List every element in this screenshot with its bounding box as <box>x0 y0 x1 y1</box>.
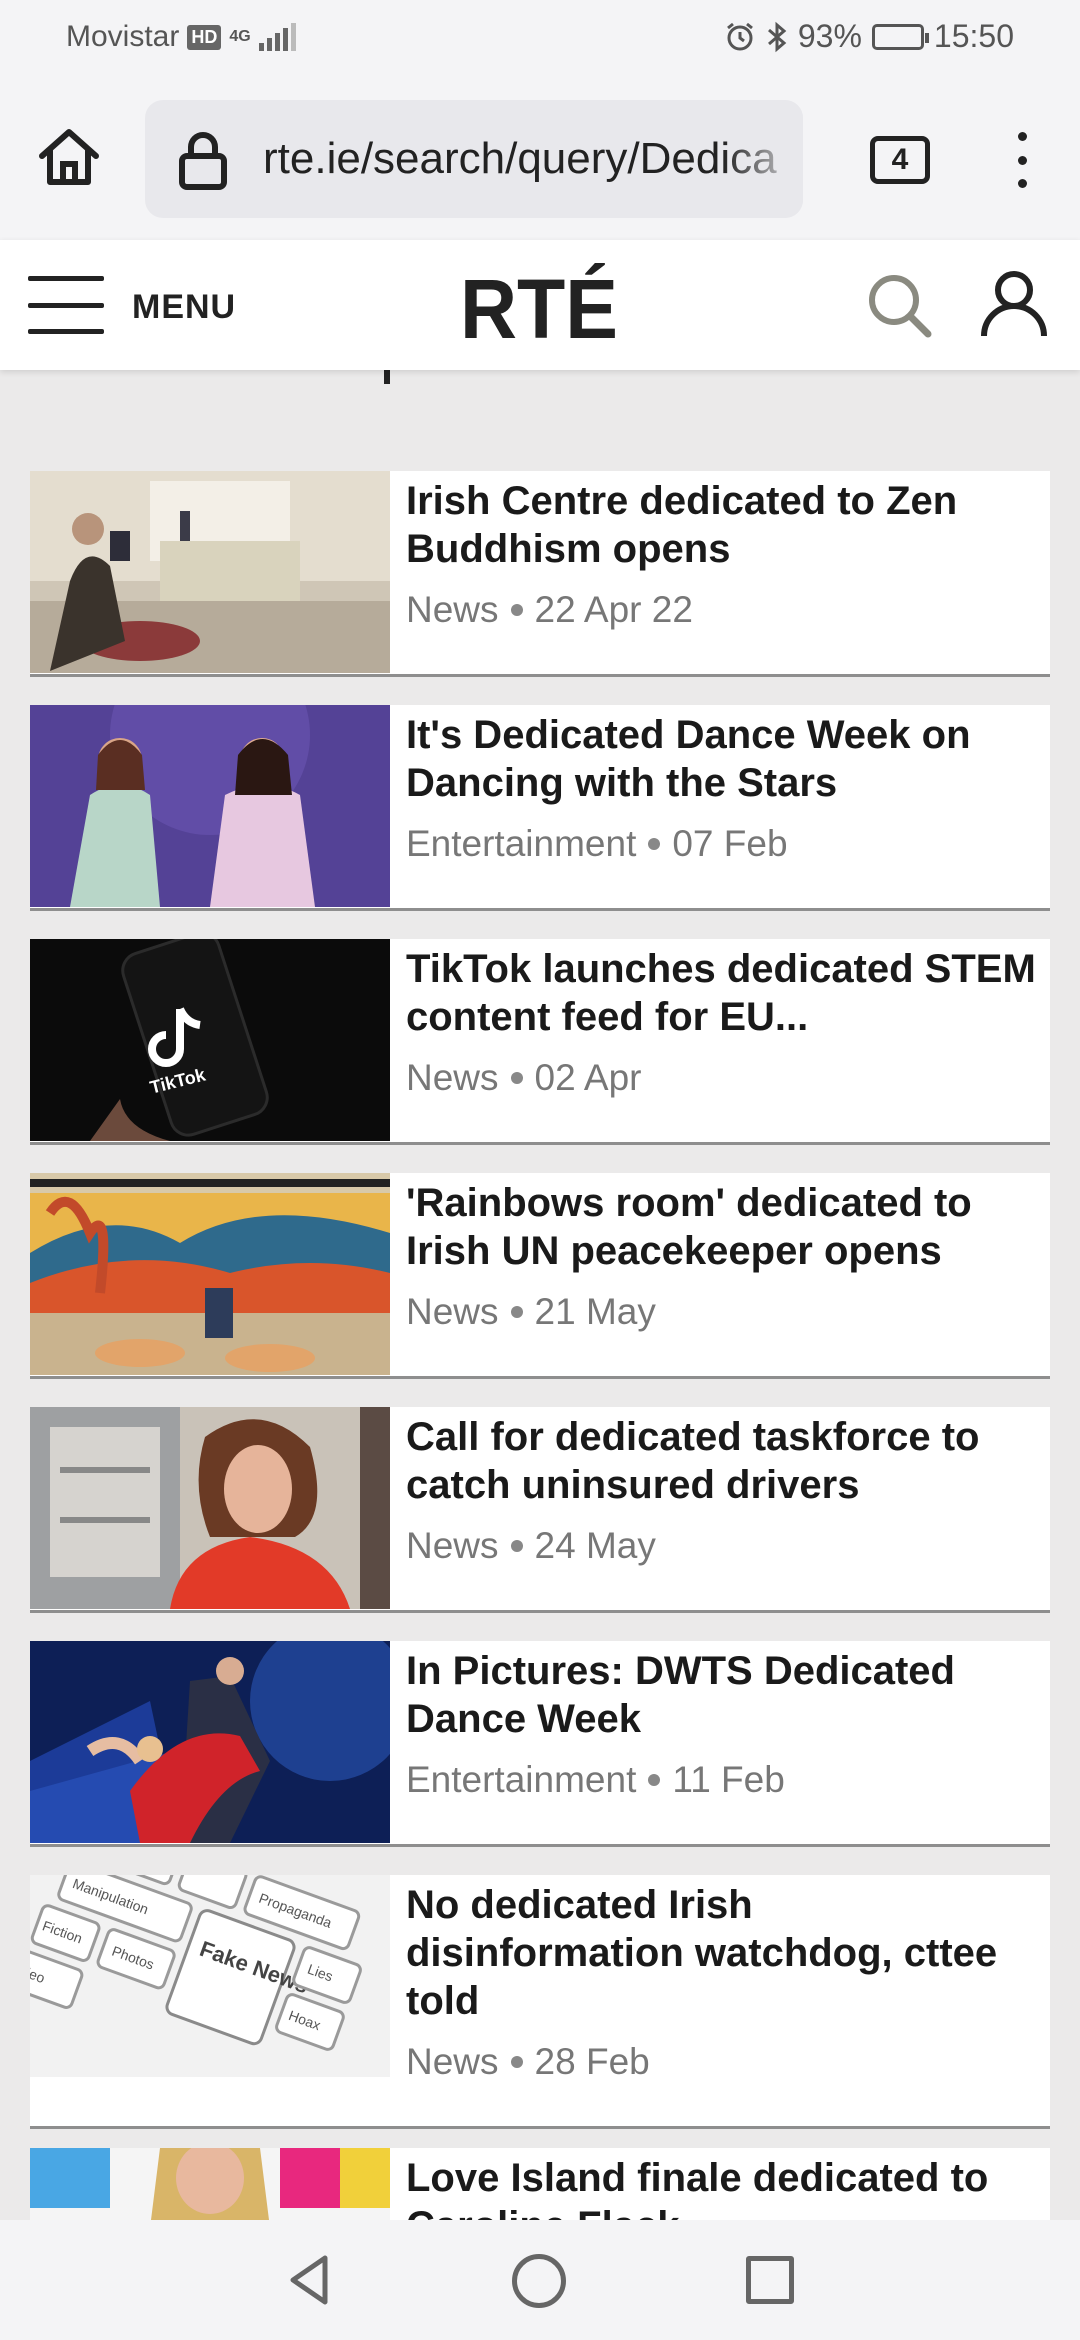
result-meta: News 24 May <box>406 1525 656 1567</box>
result-date: 21 May <box>534 1291 656 1332</box>
separator-dot <box>648 838 661 850</box>
browser-toolbar: rte.ie/search/query/Dedica 4 <box>0 72 1080 240</box>
url-fade <box>723 100 803 218</box>
recents-icon[interactable] <box>746 2256 794 2304</box>
system-nav-bar <box>0 2220 1080 2340</box>
battery-percent: 93% <box>797 18 862 54</box>
status-left: Movistar HD 4G <box>66 20 296 54</box>
list-item[interactable]: TikTok TikTok launches dedicated STEM co… <box>30 939 1050 1145</box>
alarm-icon <box>726 22 753 50</box>
caroline-flack-thumbnail[interactable] <box>30 2148 390 2220</box>
rte-logo[interactable]: RTÉ <box>460 262 620 348</box>
result-date: 22 Apr 22 <box>534 589 693 630</box>
separator-dot <box>510 1306 523 1318</box>
fake-news-keyboard-thumbnail[interactable]: P Propaganda Manipulation Fake News Lies… <box>30 1875 390 2077</box>
tab-switcher-button[interactable]: 4 <box>870 136 930 184</box>
result-category[interactable]: News <box>406 589 499 631</box>
result-meta: News 28 Feb <box>406 2041 650 2083</box>
search-results-list: Irish Centre dedicated to Zen Buddhism o… <box>0 370 1080 2220</box>
separator-dot <box>510 1072 523 1084</box>
url-bar[interactable]: rte.ie/search/query/Dedica <box>145 100 803 218</box>
battery-icon <box>871 23 929 50</box>
result-date: 07 Feb <box>672 823 788 864</box>
result-title[interactable]: Love Island finale dedicated to Caroline… <box>406 2154 1036 2220</box>
result-category[interactable]: News <box>406 1057 499 1099</box>
result-category[interactable]: News <box>406 1291 499 1333</box>
clock: 15:50 <box>933 18 1014 54</box>
site-header: MENU RTÉ <box>0 240 1080 370</box>
separator-dot <box>510 1540 523 1552</box>
back-icon[interactable] <box>283 2252 339 2308</box>
hd-badge: HD <box>187 24 222 50</box>
result-meta: News 21 May <box>406 1291 656 1333</box>
status-right: 93% 15:50 <box>724 18 1014 55</box>
tiktok-phone-thumbnail[interactable]: TikTok <box>30 939 390 1141</box>
result-title[interactable]: It's Dedicated Dance Week on Dancing wit… <box>406 711 1036 807</box>
lock-icon <box>179 132 227 190</box>
woman-red-top-thumbnail[interactable] <box>30 1407 390 1609</box>
result-date: 11 Feb <box>672 1759 785 1800</box>
result-date: 28 Feb <box>534 2041 650 2082</box>
result-meta: News 02 Apr <box>406 1057 642 1099</box>
list-item[interactable]: In Pictures: DWTS Dedicated Dance Week E… <box>30 1641 1050 1847</box>
list-item[interactable]: 'Rainbows room' dedicated to Irish UN pe… <box>30 1173 1050 1379</box>
list-item[interactable]: Love Island finale dedicated to Caroline… <box>30 2148 1050 2220</box>
logo-text: RTÉ <box>460 262 618 348</box>
carrier-name: Movistar <box>66 20 180 53</box>
list-item[interactable]: P Propaganda Manipulation Fake News Lies… <box>30 1875 1050 2129</box>
url-text[interactable]: rte.ie/search/query/Dedica <box>263 134 777 184</box>
result-category[interactable]: Entertainment <box>406 1759 636 1801</box>
bluetooth-icon <box>767 21 787 52</box>
overflow-menu-icon[interactable] <box>1012 132 1032 188</box>
dance-couple-thumbnail[interactable] <box>30 1641 390 1843</box>
hamburger-menu-icon[interactable] <box>28 276 104 334</box>
result-title[interactable]: 'Rainbows room' dedicated to Irish UN pe… <box>406 1179 1036 1275</box>
result-title[interactable]: Call for dedicated taskforce to catch un… <box>406 1413 1036 1509</box>
zen-meditation-thumbnail[interactable] <box>30 471 390 673</box>
signal-icon <box>258 23 296 51</box>
menu-label[interactable]: MENU <box>132 288 236 327</box>
search-icon[interactable] <box>864 270 934 340</box>
result-title[interactable]: No dedicated Irish disinformation watchd… <box>406 1881 1036 2025</box>
list-item[interactable]: It's Dedicated Dance Week on Dancing wit… <box>30 705 1050 911</box>
rainbow-room-thumbnail[interactable] <box>30 1173 390 1375</box>
cropped-heading-fragment <box>384 370 390 384</box>
result-meta: Entertainment 07 Feb <box>406 823 788 865</box>
status-bar: Movistar HD 4G 93% 15:50 <box>0 0 1080 72</box>
result-title[interactable]: TikTok launches dedicated STEM content f… <box>406 945 1036 1041</box>
user-account-icon[interactable] <box>978 268 1050 340</box>
result-date: 24 May <box>534 1525 656 1566</box>
result-category[interactable]: News <box>406 1525 499 1567</box>
home-circle-icon[interactable] <box>512 2254 566 2308</box>
result-title[interactable]: Irish Centre dedicated to Zen Buddhism o… <box>406 477 1036 573</box>
result-meta: News 22 Apr 22 <box>406 589 693 631</box>
separator-dot <box>648 1774 661 1786</box>
separator-dot <box>510 2056 523 2068</box>
network-type: 4G <box>229 28 251 45</box>
dwts-presenters-thumbnail[interactable] <box>30 705 390 907</box>
list-item[interactable]: Call for dedicated taskforce to catch un… <box>30 1407 1050 1613</box>
home-icon[interactable] <box>34 122 104 192</box>
result-category[interactable]: Entertainment <box>406 823 636 865</box>
result-date: 02 Apr <box>534 1057 642 1098</box>
result-meta: Entertainment 11 Feb <box>406 1759 785 1801</box>
separator-dot <box>510 604 523 616</box>
list-item[interactable]: Irish Centre dedicated to Zen Buddhism o… <box>30 471 1050 677</box>
result-title[interactable]: In Pictures: DWTS Dedicated Dance Week <box>406 1647 1036 1743</box>
result-category[interactable]: News <box>406 2041 499 2083</box>
